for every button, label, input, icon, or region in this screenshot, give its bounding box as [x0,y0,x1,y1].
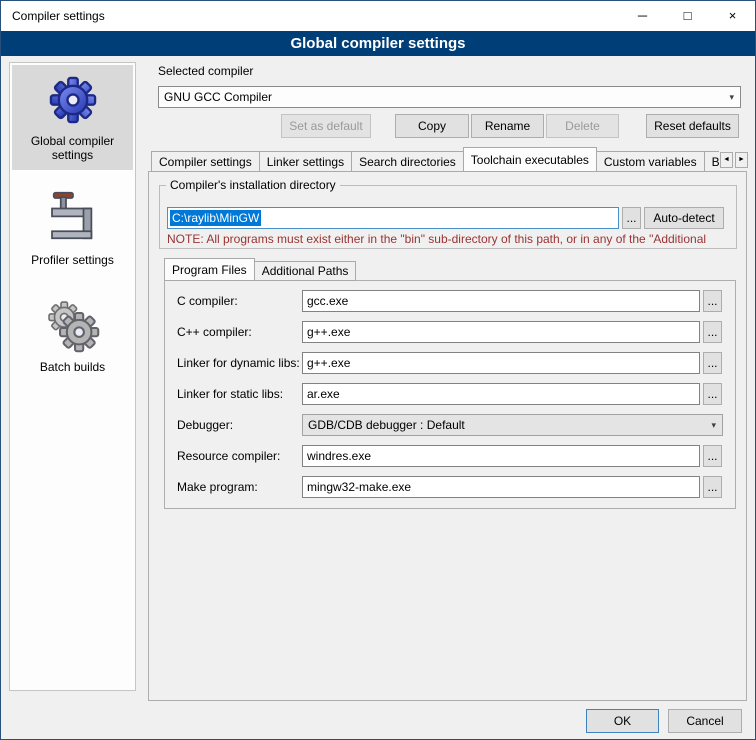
c-compiler-browse-button[interactable]: ... [703,290,722,312]
tab-additional-paths[interactable]: Additional Paths [254,261,357,281]
c-compiler-label: C compiler: [177,290,238,312]
settings-tabs: Compiler settings Linker settings Search… [151,147,719,172]
tab-build-options[interactable]: Buil [704,151,719,172]
gears-gray-icon [43,298,103,354]
linker-static-browse-button[interactable]: ... [703,383,722,405]
auto-detect-button[interactable]: Auto-detect [644,207,724,229]
sidebar-item-batch-builds[interactable]: Batch builds [12,291,133,382]
tab-scroll-right-button[interactable]: ► [735,152,748,168]
resource-compiler-label: Resource compiler: [177,445,280,467]
clamp-icon [44,191,102,247]
linker-static-input[interactable] [302,383,700,405]
sidebar-item-label: Profiler settings [31,253,114,267]
set-as-default-button: Set as default [281,114,371,138]
sidebar-item-label: Global compiler settings [14,134,131,162]
debugger-select[interactable]: GDB/CDB debugger : Default ▾ [302,414,723,436]
resource-compiler-input[interactable] [302,445,700,467]
tab-compiler-settings[interactable]: Compiler settings [151,151,260,172]
cancel-button[interactable]: Cancel [668,709,742,733]
window-controls: ─ □ × [620,1,755,31]
program-tabs: Program Files Additional Paths [164,258,355,281]
install-dir-input[interactable]: C:\raylib\MinGW [167,207,619,229]
tab-program-files[interactable]: Program Files [164,258,255,281]
tab-search-directories[interactable]: Search directories [351,151,464,172]
make-program-input[interactable] [302,476,700,498]
sidebar-item-label: Batch builds [40,360,105,374]
cpp-compiler-input[interactable] [302,321,700,343]
settings-category-list: Global compiler settings Profiler settin… [9,62,136,691]
chevron-down-icon: ▾ [707,420,720,431]
linker-dynamic-label: Linker for dynamic libs: [177,352,300,374]
tab-scroll-arrows: ◄ ► [720,152,748,168]
tab-custom-variables[interactable]: Custom variables [596,151,705,172]
cpp-compiler-browse-button[interactable]: ... [703,321,722,343]
linker-static-label: Linker for static libs: [177,383,283,405]
rename-button[interactable]: Rename [471,114,544,138]
page-title: Global compiler settings [1,31,755,56]
sidebar-item-profiler-settings[interactable]: Profiler settings [12,184,133,275]
install-dir-note: NOTE: All programs must exist either in … [167,232,737,246]
c-compiler-input[interactable] [302,290,700,312]
selected-compiler-label: Selected compiler [158,64,253,79]
chevron-down-icon: ▾ [725,92,738,103]
title-bar: Compiler settings ─ □ × [1,1,755,31]
install-dir-browse-button[interactable]: ... [622,207,641,229]
maximize-button[interactable]: □ [665,1,710,31]
selected-compiler-value: GNU GCC Compiler [164,90,272,104]
gear-blue-icon [43,72,103,128]
reset-defaults-button[interactable]: Reset defaults [646,114,739,138]
copy-button[interactable]: Copy [395,114,469,138]
tab-linker-settings[interactable]: Linker settings [259,151,352,172]
minimize-button[interactable]: ─ [620,1,665,31]
window-title: Compiler settings [12,1,105,31]
resource-compiler-browse-button[interactable]: ... [703,445,722,467]
linker-dynamic-input[interactable] [302,352,700,374]
make-program-label: Make program: [177,476,258,498]
tab-scroll-left-button[interactable]: ◄ [720,152,733,168]
delete-button: Delete [546,114,619,138]
debugger-label: Debugger: [177,414,233,436]
selected-compiler-select[interactable]: GNU GCC Compiler ▾ [158,86,741,108]
cpp-compiler-label: C++ compiler: [177,321,252,343]
linker-dynamic-browse-button[interactable]: ... [703,352,722,374]
compiler-settings-dialog: Compiler settings ─ □ × Global compiler … [0,0,756,740]
ok-button[interactable]: OK [586,709,659,733]
install-dir-value: C:\raylib\MinGW [170,210,261,226]
install-dir-group-label: Compiler's installation directory [166,178,340,192]
close-button[interactable]: × [710,1,755,31]
make-program-browse-button[interactable]: ... [703,476,722,498]
sidebar-item-global-compiler-settings[interactable]: Global compiler settings [12,65,133,170]
tab-toolchain-executables[interactable]: Toolchain executables [463,147,597,172]
debugger-value: GDB/CDB debugger : Default [308,418,465,432]
